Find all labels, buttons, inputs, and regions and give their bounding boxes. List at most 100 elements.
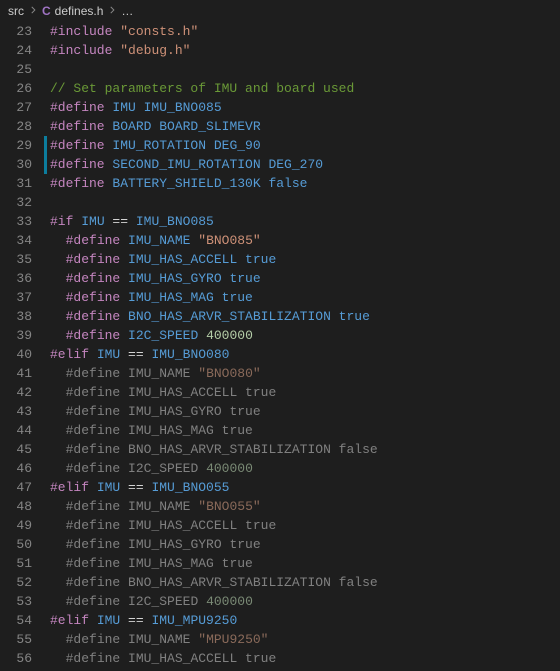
code-line[interactable]: 51 #define IMU_HAS_MAG true [0,554,560,573]
code-line[interactable]: 42 #define IMU_HAS_ACCELL true [0,383,560,402]
code-content[interactable]: #define IMU_NAME "MPU9250" [50,630,560,649]
code-content[interactable]: #define IMU_HAS_MAG true [50,421,560,440]
line-number[interactable]: 41 [0,364,50,383]
code-content[interactable]: #define IMU_HAS_ACCELL true [50,250,560,269]
code-line[interactable]: 35 #define IMU_HAS_ACCELL true [0,250,560,269]
line-number[interactable]: 55 [0,630,50,649]
code-content[interactable] [50,193,560,212]
code-line[interactable]: 46 #define I2C_SPEED 400000 [0,459,560,478]
code-line[interactable]: 31#define BATTERY_SHIELD_130K false [0,174,560,193]
code-line[interactable]: 41 #define IMU_NAME "BNO080" [0,364,560,383]
code-line[interactable]: 39 #define I2C_SPEED 400000 [0,326,560,345]
code-line[interactable]: 48 #define IMU_NAME "BNO055" [0,497,560,516]
line-number[interactable]: 47 [0,478,50,497]
code-line[interactable]: 52 #define BNO_HAS_ARVR_STABILIZATION fa… [0,573,560,592]
line-number[interactable]: 31 [0,174,50,193]
line-number[interactable]: 28 [0,117,50,136]
code-content[interactable] [50,60,560,79]
code-editor[interactable]: 23#include "consts.h"24#include "debug.h… [0,22,560,668]
code-line[interactable]: 38 #define BNO_HAS_ARVR_STABILIZATION tr… [0,307,560,326]
breadcrumb-folder[interactable]: src [8,4,24,18]
code-line[interactable]: 54#elif IMU == IMU_MPU9250 [0,611,560,630]
code-line[interactable]: 50 #define IMU_HAS_GYRO true [0,535,560,554]
code-line[interactable]: 29#define IMU_ROTATION DEG_90 [0,136,560,155]
breadcrumb-more[interactable]: … [121,4,133,18]
code-line[interactable]: 44 #define IMU_HAS_MAG true [0,421,560,440]
code-line[interactable]: 27#define IMU IMU_BNO085 [0,98,560,117]
line-number[interactable]: 46 [0,459,50,478]
code-content[interactable]: #define IMU_HAS_ACCELL true [50,649,560,668]
line-number[interactable]: 42 [0,383,50,402]
code-content[interactable]: // Set parameters of IMU and board used [50,79,560,98]
line-number[interactable]: 38 [0,307,50,326]
line-number[interactable]: 36 [0,269,50,288]
line-number[interactable]: 48 [0,497,50,516]
code-content[interactable]: #define BNO_HAS_ARVR_STABILIZATION false [50,573,560,592]
code-content[interactable]: #include "consts.h" [50,22,560,41]
line-number[interactable]: 43 [0,402,50,421]
code-content[interactable]: #elif IMU == IMU_BNO055 [50,478,560,497]
code-content[interactable]: #elif IMU == IMU_MPU9250 [50,611,560,630]
line-number[interactable]: 45 [0,440,50,459]
code-content[interactable]: #define IMU_NAME "BNO080" [50,364,560,383]
line-number[interactable]: 49 [0,516,50,535]
code-line[interactable]: 49 #define IMU_HAS_ACCELL true [0,516,560,535]
line-number[interactable]: 52 [0,573,50,592]
line-number[interactable]: 37 [0,288,50,307]
line-number[interactable]: 24 [0,41,50,60]
code-line[interactable]: 36 #define IMU_HAS_GYRO true [0,269,560,288]
line-number[interactable]: 26 [0,79,50,98]
code-content[interactable]: #define I2C_SPEED 400000 [50,326,560,345]
code-content[interactable]: #define IMU_NAME "BNO055" [50,497,560,516]
code-line[interactable]: 30#define SECOND_IMU_ROTATION DEG_270 [0,155,560,174]
code-content[interactable]: #define IMU_HAS_MAG true [50,554,560,573]
line-number[interactable]: 51 [0,554,50,573]
code-line[interactable]: 53 #define I2C_SPEED 400000 [0,592,560,611]
code-content[interactable]: #define IMU_HAS_ACCELL true [50,516,560,535]
code-content[interactable]: #elif IMU == IMU_BNO080 [50,345,560,364]
code-content[interactable]: #define IMU_HAS_MAG true [50,288,560,307]
code-line[interactable]: 23#include "consts.h" [0,22,560,41]
line-number[interactable]: 56 [0,649,50,668]
code-content[interactable]: #define IMU_ROTATION DEG_90 [50,136,560,155]
line-number[interactable]: 39 [0,326,50,345]
line-number[interactable]: 53 [0,592,50,611]
code-content[interactable]: #define IMU IMU_BNO085 [50,98,560,117]
code-content[interactable]: #define IMU_HAS_GYRO true [50,402,560,421]
code-content[interactable]: #define SECOND_IMU_ROTATION DEG_270 [50,155,560,174]
code-line[interactable]: 25 [0,60,560,79]
code-content[interactable]: #if IMU == IMU_BNO085 [50,212,560,231]
line-number[interactable]: 34 [0,231,50,250]
code-content[interactable]: #define IMU_HAS_GYRO true [50,269,560,288]
line-number[interactable]: 30 [0,155,50,174]
code-content[interactable]: #define IMU_NAME "BNO085" [50,231,560,250]
code-line[interactable]: 33#if IMU == IMU_BNO085 [0,212,560,231]
code-line[interactable]: 28#define BOARD BOARD_SLIMEVR [0,117,560,136]
code-content[interactable]: #define IMU_HAS_GYRO true [50,535,560,554]
line-number[interactable]: 23 [0,22,50,41]
code-line[interactable]: 26// Set parameters of IMU and board use… [0,79,560,98]
code-line[interactable]: 45 #define BNO_HAS_ARVR_STABILIZATION fa… [0,440,560,459]
code-content[interactable]: #include "debug.h" [50,41,560,60]
code-line[interactable]: 32 [0,193,560,212]
code-line[interactable]: 47#elif IMU == IMU_BNO055 [0,478,560,497]
breadcrumb[interactable]: src C defines.h … [0,0,560,22]
code-line[interactable]: 40#elif IMU == IMU_BNO080 [0,345,560,364]
code-line[interactable]: 56 #define IMU_HAS_ACCELL true [0,649,560,668]
line-number[interactable]: 29 [0,136,50,155]
line-number[interactable]: 27 [0,98,50,117]
code-line[interactable]: 34 #define IMU_NAME "BNO085" [0,231,560,250]
code-content[interactable]: #define I2C_SPEED 400000 [50,592,560,611]
code-line[interactable]: 37 #define IMU_HAS_MAG true [0,288,560,307]
code-content[interactable]: #define IMU_HAS_ACCELL true [50,383,560,402]
line-number[interactable]: 25 [0,60,50,79]
code-line[interactable]: 24#include "debug.h" [0,41,560,60]
line-number[interactable]: 35 [0,250,50,269]
breadcrumb-file[interactable]: defines.h [55,4,104,18]
code-content[interactable]: #define BNO_HAS_ARVR_STABILIZATION true [50,307,560,326]
line-number[interactable]: 44 [0,421,50,440]
code-line[interactable]: 43 #define IMU_HAS_GYRO true [0,402,560,421]
line-number[interactable]: 40 [0,345,50,364]
line-number[interactable]: 50 [0,535,50,554]
code-line[interactable]: 55 #define IMU_NAME "MPU9250" [0,630,560,649]
